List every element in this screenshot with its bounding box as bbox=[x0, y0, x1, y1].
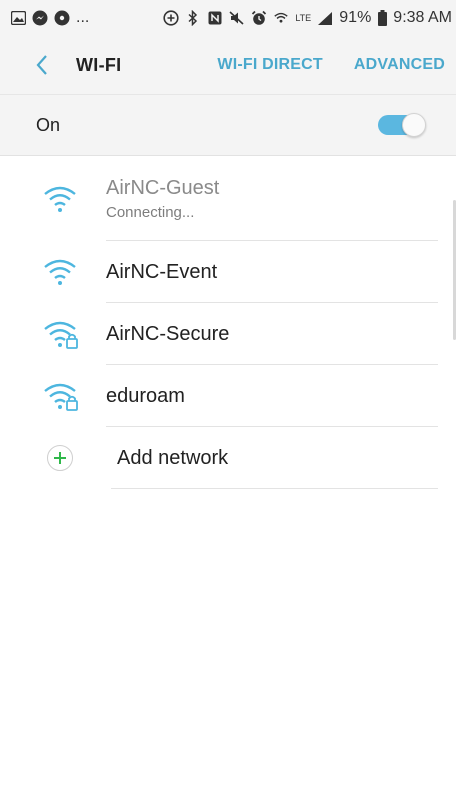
wifi-calling-icon bbox=[273, 10, 289, 26]
network-name: AirNC-Secure bbox=[106, 322, 230, 345]
app-bar-actions: WI-FI DIRECT ADVANCED bbox=[217, 56, 456, 74]
network-item-eduroam[interactable]: eduroam bbox=[0, 365, 456, 427]
data-saver-icon bbox=[163, 10, 179, 26]
network-list: AirNC-Guest Connecting... AirNC-Event Ai… bbox=[0, 157, 456, 489]
wifi-secured-icon bbox=[44, 383, 78, 411]
status-bar: ... LTE 91% 9:38 AM bbox=[0, 0, 456, 36]
plus-icon bbox=[47, 445, 73, 471]
status-bar-right: LTE 91% 9:38 AM bbox=[163, 9, 452, 27]
network-name: eduroam bbox=[106, 384, 185, 407]
wifi-master-switch-bar[interactable]: On bbox=[0, 94, 456, 156]
clock: 9:38 AM bbox=[393, 9, 452, 26]
network-item-airnc-guest[interactable]: AirNC-Guest Connecting... bbox=[0, 157, 456, 241]
wifi-toggle[interactable] bbox=[378, 113, 426, 137]
app-bar: WI-FI WI-FI DIRECT ADVANCED bbox=[0, 36, 456, 94]
add-network-label: Add network bbox=[117, 446, 229, 469]
more-notifications: ... bbox=[76, 9, 90, 26]
network-status: Connecting... bbox=[106, 204, 195, 221]
network-name: AirNC-Event bbox=[106, 260, 218, 283]
status-bar-left: ... bbox=[10, 9, 89, 27]
bluetooth-icon bbox=[185, 10, 201, 26]
messenger-icon bbox=[32, 10, 48, 26]
wifi-secured-icon bbox=[44, 321, 78, 349]
wifi-switch-label: On bbox=[36, 114, 61, 135]
network-name: AirNC-Guest bbox=[106, 177, 220, 199]
battery-percent: 91% bbox=[339, 9, 372, 26]
network-item-airnc-event[interactable]: AirNC-Event bbox=[0, 241, 456, 303]
network-text: AirNC-Secure bbox=[106, 323, 229, 346]
signal-icon bbox=[317, 10, 333, 26]
advanced-button[interactable]: ADVANCED bbox=[354, 56, 445, 74]
battery-icon bbox=[377, 10, 387, 26]
network-text: AirNC-Guest Connecting... bbox=[106, 177, 219, 221]
wifi-signal-icon bbox=[44, 186, 76, 212]
toggle-knob bbox=[402, 113, 426, 137]
add-network-text: Add network bbox=[117, 447, 228, 470]
chevron-left-icon bbox=[36, 55, 47, 75]
mute-icon bbox=[229, 10, 245, 26]
gallery-icon bbox=[10, 10, 26, 26]
divider bbox=[111, 488, 438, 489]
nfc-icon bbox=[207, 10, 223, 26]
wifi-signal-icon bbox=[44, 259, 76, 285]
alarm-icon bbox=[251, 10, 267, 26]
lte-icon: LTE bbox=[295, 12, 312, 23]
add-network-item[interactable]: Add network bbox=[0, 427, 456, 489]
music-icon bbox=[54, 10, 70, 26]
page-title: WI-FI bbox=[76, 54, 122, 75]
back-button[interactable] bbox=[22, 45, 62, 85]
wifi-direct-button[interactable]: WI-FI DIRECT bbox=[217, 56, 323, 74]
network-text: eduroam bbox=[106, 385, 185, 408]
network-text: AirNC-Event bbox=[106, 261, 217, 284]
network-item-airnc-secure[interactable]: AirNC-Secure bbox=[0, 303, 456, 365]
